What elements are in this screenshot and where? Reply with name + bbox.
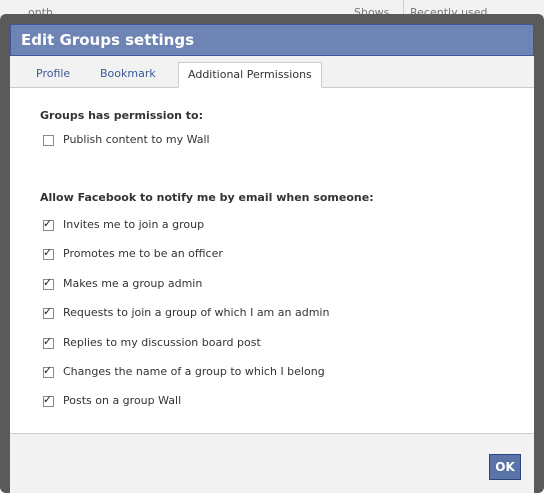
email-section-title: Allow Facebook to notify me by email whe… — [40, 191, 374, 204]
ok-button[interactable]: OK — [489, 454, 521, 480]
checkbox-promotes[interactable]: ✓ — [43, 246, 54, 260]
option-label: Changes the name of a group to which I b… — [63, 365, 325, 378]
option-label: Posts on a group Wall — [63, 394, 182, 407]
checkbox-replies[interactable]: ✓ — [43, 335, 54, 349]
checkmark-icon: ✓ — [43, 246, 53, 259]
checkmark-icon: ✓ — [43, 305, 53, 318]
option-label: Promotes me to be an officer — [63, 247, 223, 260]
permission-section-title: Groups has permission to: — [40, 109, 204, 122]
checkbox-makes-admin[interactable]: ✓ — [43, 276, 54, 290]
dialog-title: Edit Groups settings — [10, 24, 534, 56]
tab-bookmark[interactable]: Bookmark — [100, 62, 156, 88]
checkbox-requests-join[interactable]: ✓ — [43, 305, 54, 319]
option-label: Invites me to join a group — [63, 218, 205, 231]
checkmark-icon: ✓ — [43, 276, 53, 289]
tab-profile[interactable]: Profile — [36, 62, 70, 88]
option-label: Replies to my discussion board post — [63, 336, 261, 349]
option-label: Requests to join a group of which I am a… — [63, 306, 330, 319]
tab-content: Groups has permission to: Publish conten… — [10, 88, 534, 433]
checkbox-changes-name[interactable]: ✓ — [43, 364, 54, 378]
tab-additional-permissions[interactable]: Additional Permissions — [178, 62, 322, 88]
option-label: Makes me a group admin — [63, 277, 203, 290]
checkbox-posts-wall[interactable]: ✓ — [43, 393, 54, 407]
checkbox-publish-content[interactable] — [43, 135, 54, 146]
checkmark-icon: ✓ — [43, 217, 53, 230]
checkmark-icon: ✓ — [43, 393, 53, 406]
edit-groups-settings-dialog: Edit Groups settings Profile Bookmark Ad… — [10, 24, 534, 493]
dialog-footer: OK — [10, 433, 534, 493]
option-label: Publish content to my Wall — [63, 133, 210, 146]
checkmark-icon: ✓ — [43, 364, 53, 377]
checkmark-icon: ✓ — [43, 335, 53, 348]
checkbox-invites[interactable]: ✓ — [43, 217, 54, 231]
tab-strip: Profile Bookmark Additional Permissions — [10, 56, 534, 88]
